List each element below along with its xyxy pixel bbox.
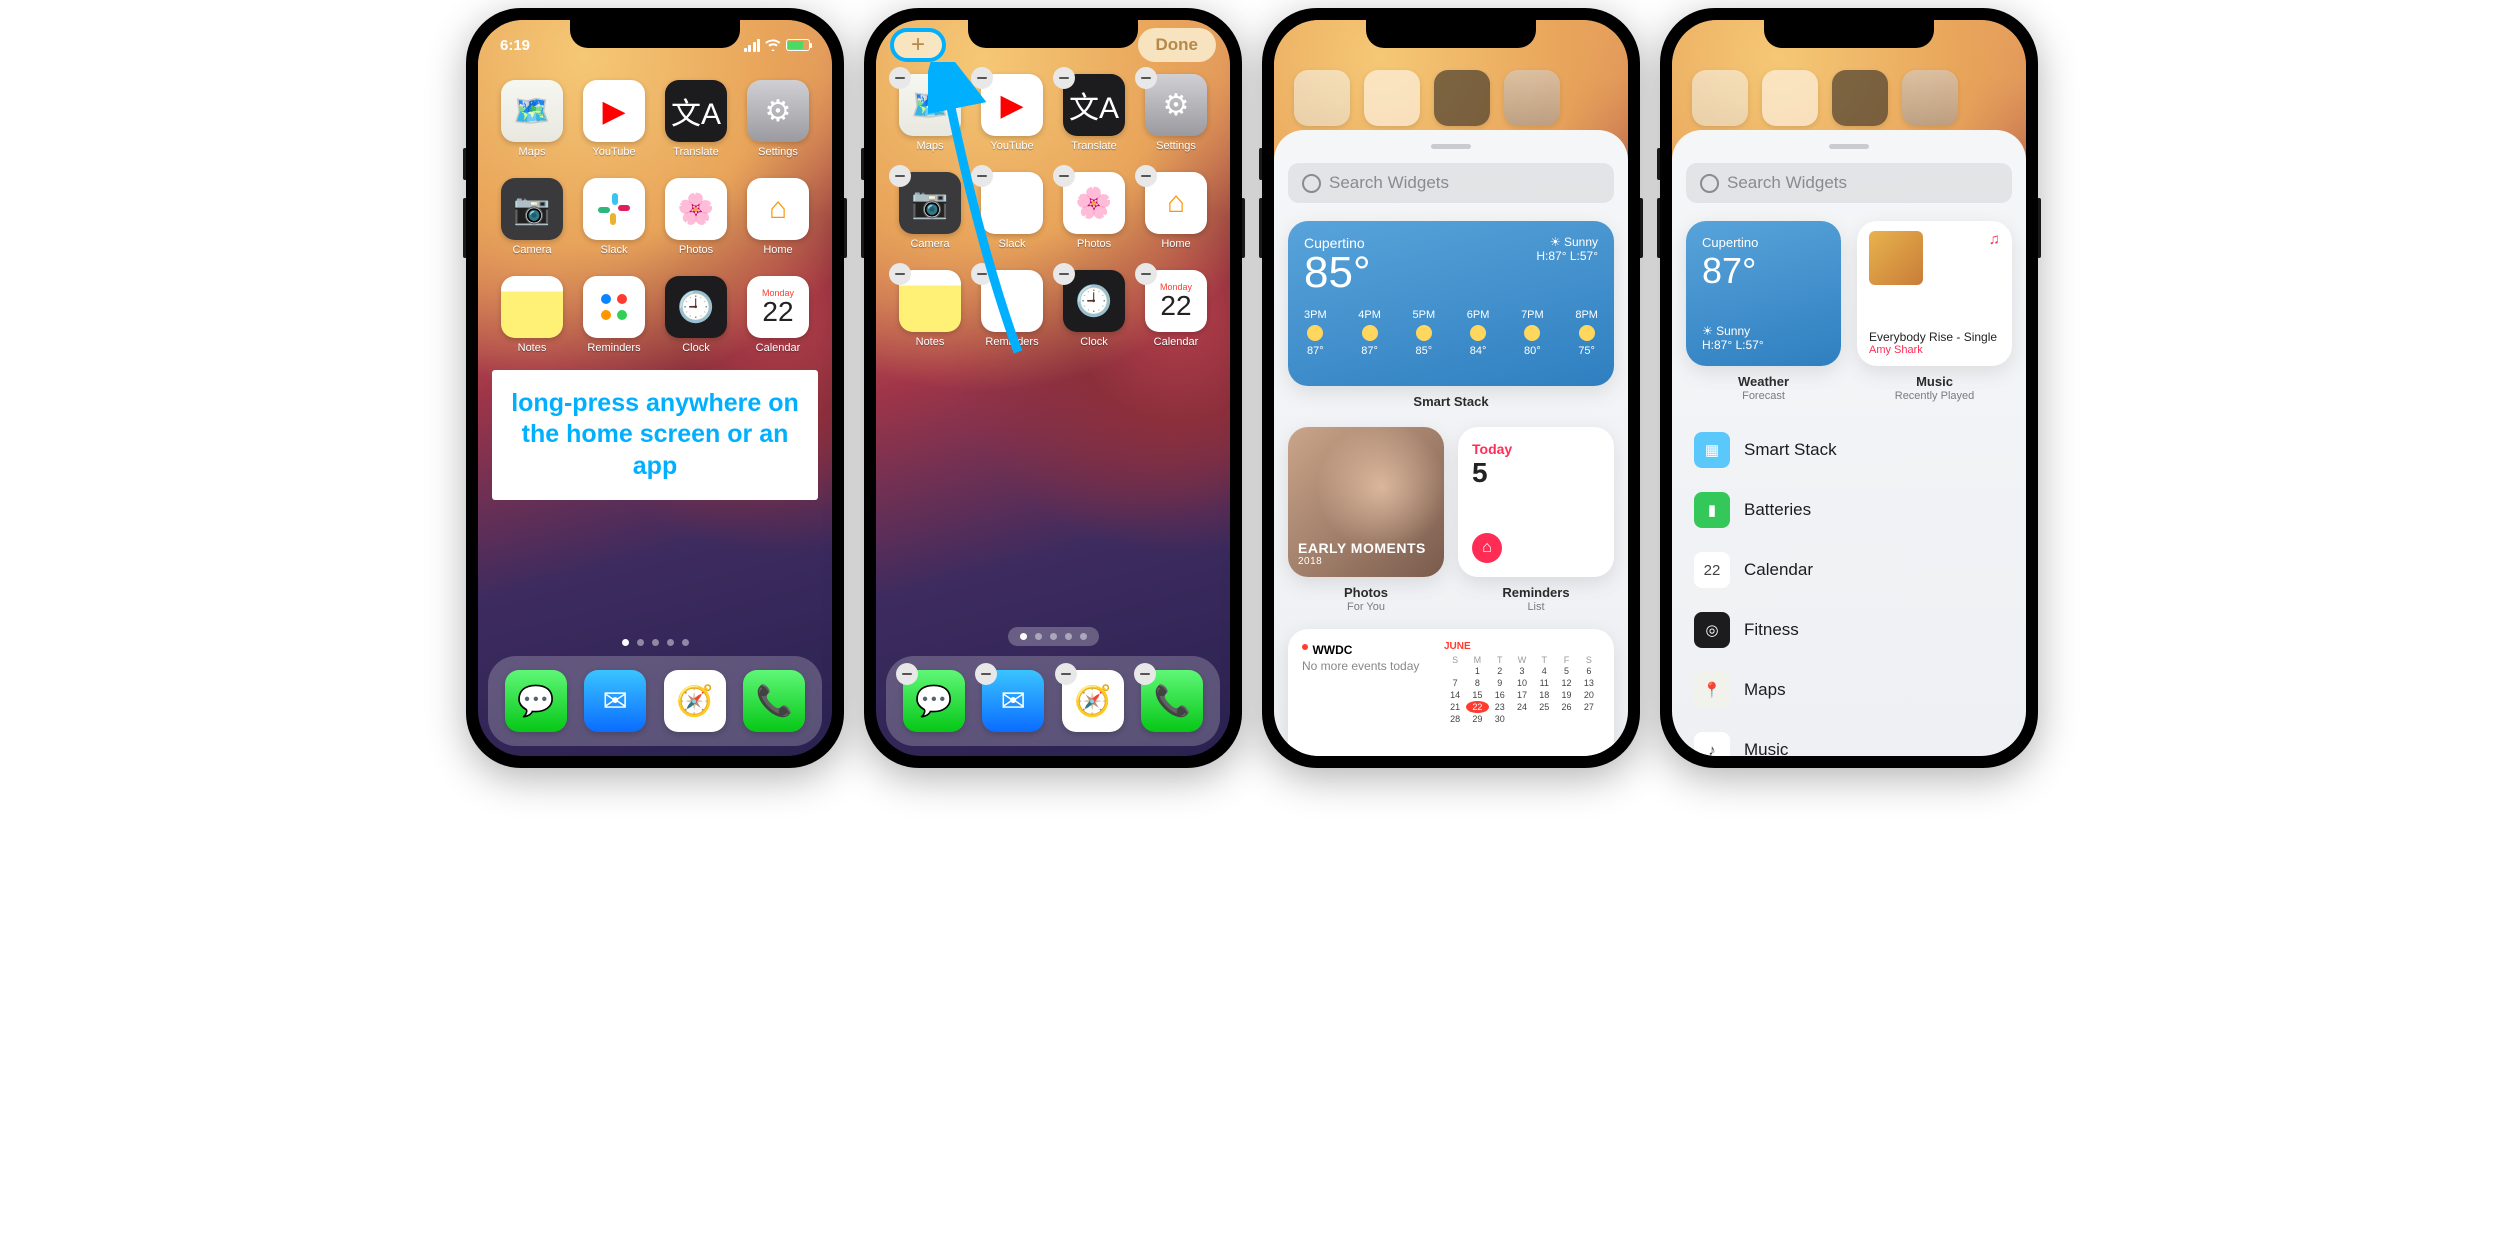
dock-messages[interactable]: 💬 <box>903 670 965 732</box>
home-grid[interactable]: 🗺️Maps ▶YouTube 文ATranslate ⚙︎Settings 📷… <box>478 60 832 354</box>
remove-icon[interactable] <box>971 165 993 187</box>
forecast-hour: 5PM85° <box>1413 309 1436 357</box>
widget-list-item[interactable]: ▦Smart Stack <box>1686 420 2012 480</box>
home-grid-jiggle[interactable]: 🗺️Maps ▶YouTube 文ATranslate ⚙︎Settings 📷… <box>876 62 1230 348</box>
smart-stack-label: Smart Stack <box>1288 394 1614 409</box>
app-maps[interactable]: 🗺️Maps <box>498 80 566 158</box>
app-maps[interactable]: 🗺️Maps <box>896 74 964 152</box>
dock-mail[interactable]: ✉︎ <box>982 670 1044 732</box>
widget-list-item[interactable]: 📍Maps <box>1686 660 2012 720</box>
forecast-hour: 7PM80° <box>1521 309 1544 357</box>
app-photos[interactable]: 🌸Photos <box>662 178 730 256</box>
remove-icon[interactable] <box>1055 663 1077 685</box>
notch <box>1764 20 1934 48</box>
reminders-widget[interactable]: Today 5 ⌂ <box>1458 427 1614 577</box>
notch <box>570 20 740 48</box>
dock-phone[interactable]: 📞 <box>743 670 805 732</box>
app-translate[interactable]: 文ATranslate <box>662 80 730 158</box>
forecast-hour: 8PM75° <box>1575 309 1598 357</box>
widget-list-item[interactable]: ▮Batteries <box>1686 480 2012 540</box>
app-calendar[interactable]: Monday22Calendar <box>744 276 812 354</box>
app-notes[interactable]: Notes <box>498 276 566 354</box>
search-widgets[interactable]: Search Widgets <box>1288 163 1614 203</box>
dock-safari[interactable]: 🧭 <box>664 670 726 732</box>
phone-frame-2: Done 🗺️Maps ▶YouTube 文ATranslate ⚙︎Setti… <box>864 8 1242 768</box>
app-calendar[interactable]: Monday22Calendar <box>1142 270 1210 348</box>
wifi-icon <box>765 39 781 51</box>
app-notes[interactable]: Notes <box>896 270 964 348</box>
sheet-grabber[interactable] <box>1829 144 1869 149</box>
widget-sheet: Search Widgets Cupertino85° ☀︎ SunnyH:87… <box>1274 20 1628 756</box>
widget-list-item[interactable]: 22Calendar <box>1686 540 2012 600</box>
remove-icon[interactable] <box>1053 263 1075 285</box>
smart-stack-widget[interactable]: Cupertino85° ☀︎ SunnyH:87° L:57° 3PM87°4… <box>1288 221 1614 386</box>
battery-icon <box>786 39 810 51</box>
search-widgets[interactable]: Search Widgets <box>1686 163 2012 203</box>
widget-sheet: Search Widgets Cupertino87° ☀︎ SunnyH:87… <box>1672 20 2026 756</box>
dock: 💬 ✉︎ 🧭 📞 <box>488 656 822 746</box>
app-youtube[interactable]: ▶YouTube <box>978 74 1046 152</box>
remove-icon[interactable] <box>971 263 993 285</box>
page-dots[interactable] <box>478 639 832 646</box>
cellular-icon <box>744 39 761 52</box>
forecast-hour: 6PM84° <box>1467 309 1490 357</box>
dock-phone[interactable]: 📞 <box>1141 670 1203 732</box>
photos-widget[interactable]: EARLY MOMENTS2018 <box>1288 427 1444 577</box>
dock-safari[interactable]: 🧭 <box>1062 670 1124 732</box>
remove-icon[interactable] <box>1135 165 1157 187</box>
app-photos[interactable]: 🌸Photos <box>1060 172 1128 250</box>
phone-frame-1: 6:19 🗺️Maps ▶YouTube 文ATranslate ⚙︎Setti… <box>466 8 844 768</box>
hourly-forecast: 3PM87° 4PM87° 5PM85° 6PM84° 7PM80° 8PM75° <box>1304 309 1598 357</box>
widget-list-item[interactable]: ◎Fitness <box>1686 600 2012 660</box>
phone-frame-4: Search Widgets Cupertino87° ☀︎ SunnyH:87… <box>1660 8 2038 768</box>
remove-icon[interactable] <box>971 67 993 89</box>
remove-icon[interactable] <box>1053 67 1075 89</box>
remove-icon[interactable] <box>1053 165 1075 187</box>
app-slack[interactable]: #Slack <box>978 172 1046 250</box>
remove-icon[interactable] <box>1135 263 1157 285</box>
forecast-hour: 3PM87° <box>1304 309 1327 357</box>
music-note-icon: ♫ <box>1989 231 2000 248</box>
app-settings[interactable]: ⚙︎Settings <box>1142 74 1210 152</box>
music-widget-preview[interactable]: ♫ Everybody Rise - Single Amy Shark <box>1857 221 2012 366</box>
page-dots[interactable] <box>1008 627 1099 646</box>
app-settings[interactable]: ⚙︎Settings <box>744 80 812 158</box>
home-icon: ⌂ <box>1472 533 1502 563</box>
widget-list-item[interactable]: ♪Music <box>1686 720 2012 756</box>
notch <box>968 20 1138 48</box>
done-button[interactable]: Done <box>1138 28 1217 62</box>
remove-icon[interactable] <box>889 263 911 285</box>
app-home[interactable]: ⌂Home <box>1142 172 1210 250</box>
remove-icon[interactable] <box>1135 67 1157 89</box>
widget-apps-list: ▦Smart Stack▮Batteries22Calendar◎Fitness… <box>1686 420 2012 756</box>
app-translate[interactable]: 文ATranslate <box>1060 74 1128 152</box>
app-camera[interactable]: 📷Camera <box>498 178 566 256</box>
app-slack[interactable]: Slack <box>580 178 648 256</box>
phone-frame-3: Search Widgets Cupertino85° ☀︎ SunnyH:87… <box>1262 8 1640 768</box>
app-home[interactable]: ⌂Home <box>744 178 812 256</box>
app-camera[interactable]: 📷Camera <box>896 172 964 250</box>
remove-icon[interactable] <box>889 67 911 89</box>
remove-icon[interactable] <box>896 663 918 685</box>
dock-messages[interactable]: 💬 <box>505 670 567 732</box>
app-reminders[interactable]: ◉Reminders <box>978 270 1046 348</box>
app-clock[interactable]: 🕘Clock <box>1060 270 1128 348</box>
app-reminders[interactable]: Reminders <box>580 276 648 354</box>
album-art <box>1869 231 1923 285</box>
dock: 💬 ✉︎ 🧭 📞 <box>886 656 1220 746</box>
add-widget-button[interactable] <box>890 28 946 62</box>
status-time: 6:19 <box>500 37 530 54</box>
annotation-callout: long-press anywhere on the home screen o… <box>492 370 818 500</box>
forecast-hour: 4PM87° <box>1358 309 1381 357</box>
remove-icon[interactable] <box>889 165 911 187</box>
app-clock[interactable]: 🕘Clock <box>662 276 730 354</box>
calendar-widget[interactable]: WWDC No more events today JUNE SMTWTFS12… <box>1288 629 1614 756</box>
dock-mail[interactable]: ✉︎ <box>584 670 646 732</box>
sheet-grabber[interactable] <box>1431 144 1471 149</box>
notch <box>1366 20 1536 48</box>
app-youtube[interactable]: ▶YouTube <box>580 80 648 158</box>
weather-widget-preview[interactable]: Cupertino87° ☀︎ SunnyH:87° L:57° <box>1686 221 1841 366</box>
